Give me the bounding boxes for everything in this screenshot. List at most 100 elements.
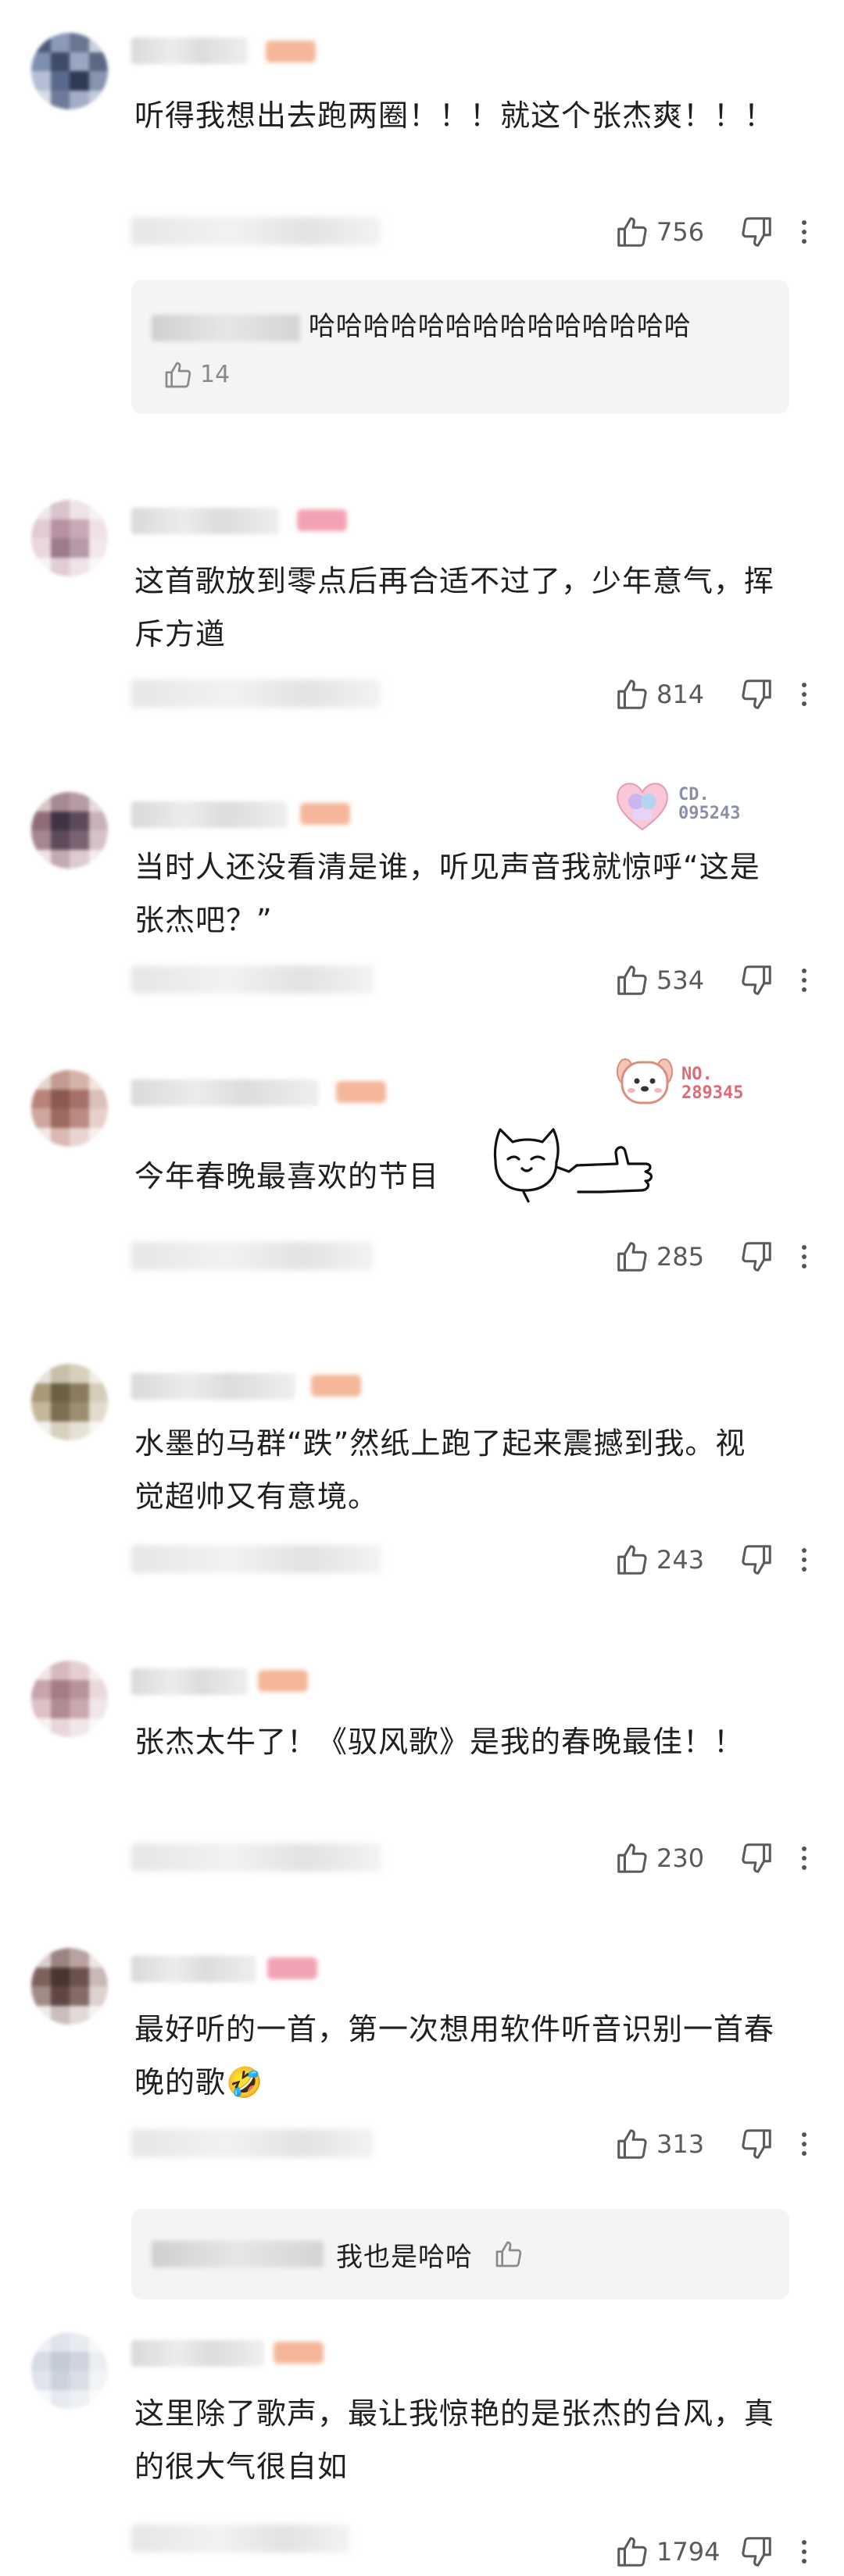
comment-meta [131, 1545, 381, 1573]
more-icon [802, 2132, 806, 2137]
fan-badge [300, 803, 350, 825]
more-icon [802, 220, 806, 225]
like-button[interactable]: 756 [614, 214, 727, 250]
like-count: 1794 [656, 2537, 721, 2567]
comment-meta [131, 2524, 350, 2553]
username[interactable] [131, 508, 280, 534]
like-count: 756 [656, 217, 705, 247]
more-options-button[interactable] [792, 1846, 816, 1870]
thumbs-up-icon [165, 362, 191, 387]
reply-like-button[interactable]: 14 [163, 351, 230, 398]
fan-badge [297, 509, 347, 531]
avatar[interactable] [31, 1070, 108, 1147]
like-count: 230 [656, 1843, 705, 1873]
like-button[interactable]: 1794 [614, 2534, 727, 2570]
comment-meta [131, 1242, 374, 1270]
comment-meta [131, 1843, 381, 1871]
comment-text: 水墨的马群“跌”然纸上跑了起来震撼到我。视觉超帅又有意境。 [134, 1426, 746, 1514]
avatar[interactable] [31, 500, 108, 576]
thumbs-up-icon [495, 2241, 522, 2267]
more-options-button[interactable] [792, 2540, 816, 2564]
dislike-button[interactable] [735, 676, 778, 712]
reply-username[interactable] [152, 2241, 324, 2267]
thumbs-up-icon [617, 2129, 647, 2159]
comment-text: 这里除了歌声，最让我惊艳的是张杰的台风，真的很大气很自如 [134, 2396, 775, 2484]
thumbs-down-icon [742, 1843, 771, 1873]
reply-like-count: 14 [200, 360, 231, 388]
thumbs-up-icon [617, 217, 647, 247]
thumbs-down-icon [742, 965, 771, 995]
reply-username[interactable] [152, 314, 300, 341]
more-options-button[interactable] [792, 220, 816, 244]
sticker-label: CD. [678, 785, 710, 805]
thumbs-up-icon [617, 965, 647, 995]
avatar[interactable] [31, 1661, 108, 1737]
like-button[interactable]: 814 [614, 676, 727, 712]
like-count: 814 [656, 680, 705, 709]
username[interactable] [131, 37, 249, 64]
comment-actions: 1794 [614, 2532, 816, 2571]
like-button[interactable]: 313 [614, 2126, 727, 2162]
comment-text: 今年春晚最喜欢的节目 [134, 1159, 440, 1193]
thumbs-up-icon [617, 1843, 647, 1873]
thumbs-down-icon [742, 217, 771, 247]
heart-badge-icon [617, 783, 668, 831]
like-count: 285 [656, 1242, 705, 1272]
fan-number-sticker: NO. 289345 [614, 1054, 771, 1117]
username[interactable] [131, 1373, 295, 1400]
like-button[interactable]: 285 [614, 1239, 727, 1275]
cat-thumbs-up-sticker [493, 1128, 653, 1203]
dislike-button[interactable] [735, 1840, 778, 1876]
comment-feed: 听得我想出去跑两圈！！！就这个张杰爽！！！ 756 哈哈哈哈哈哈哈哈哈哈哈哈哈哈… [0, 0, 844, 2576]
username[interactable] [131, 801, 288, 828]
more-options-button[interactable] [792, 969, 816, 992]
sticker-label: NO. [681, 1065, 713, 1084]
thumbs-down-icon [742, 1545, 771, 1575]
comment-text: 张杰太牛了！《驭风歌》是我的春晚最佳！！ [134, 1725, 745, 1759]
username[interactable] [131, 1668, 249, 1695]
sticker-number: 095243 [678, 804, 741, 823]
comment-text: 当时人还没看清是谁，听见声音我就惊呼“这是张杰吧？” [134, 850, 760, 937]
more-options-button[interactable] [792, 2132, 816, 2156]
fan-number-sticker: CD. 095243 [613, 778, 769, 833]
dislike-button[interactable] [735, 962, 778, 998]
dislike-button[interactable] [735, 214, 778, 250]
avatar[interactable] [31, 792, 108, 869]
like-button[interactable]: 534 [614, 962, 727, 998]
dislike-button[interactable] [735, 2126, 778, 2162]
fan-badge [311, 1375, 361, 1397]
like-button[interactable]: 230 [614, 1840, 727, 1876]
more-options-button[interactable] [792, 683, 816, 706]
fan-badge [336, 1081, 386, 1103]
more-icon [802, 683, 806, 687]
reply-text: 我也是哈哈 [336, 2241, 473, 2273]
comment-text: 最好听的一首，第一次想用软件听音识别一首春晚的歌🤣 [134, 2012, 775, 2100]
more-options-button[interactable] [792, 1548, 816, 1572]
thumbs-up-icon [617, 2537, 647, 2567]
more-options-button[interactable] [792, 1245, 816, 1268]
dislike-button[interactable] [735, 1542, 778, 1578]
thumbs-down-icon [742, 680, 771, 709]
avatar[interactable] [31, 1948, 108, 2025]
reply-preview[interactable]: 我也是哈哈 [131, 2209, 789, 2299]
thumbs-up-icon [617, 1545, 647, 1575]
username[interactable] [131, 2340, 264, 2367]
comment-text: 听得我想出去跑两圈！！！就这个张杰爽！！！ [134, 98, 775, 133]
username[interactable] [131, 1956, 256, 1982]
puppy-badge-icon [617, 1058, 673, 1104]
fan-badge [274, 2342, 324, 2364]
like-count: 243 [656, 1545, 705, 1575]
comment-actions: 756 [614, 212, 816, 252]
dislike-button[interactable] [735, 1239, 778, 1275]
avatar[interactable] [31, 2332, 108, 2409]
reply-preview[interactable]: 哈哈哈哈哈哈哈哈哈哈哈哈哈哈 14 [131, 280, 789, 414]
comment-actions: 534 [614, 961, 816, 1000]
like-count: 313 [656, 2129, 705, 2159]
dislike-button[interactable] [735, 2534, 778, 2570]
avatar[interactable] [31, 1364, 108, 1440]
comment-meta [131, 217, 381, 245]
like-button[interactable]: 243 [614, 1542, 727, 1578]
reply-like-button[interactable] [493, 2239, 524, 2270]
avatar[interactable] [31, 33, 108, 109]
username[interactable] [131, 1079, 319, 1106]
